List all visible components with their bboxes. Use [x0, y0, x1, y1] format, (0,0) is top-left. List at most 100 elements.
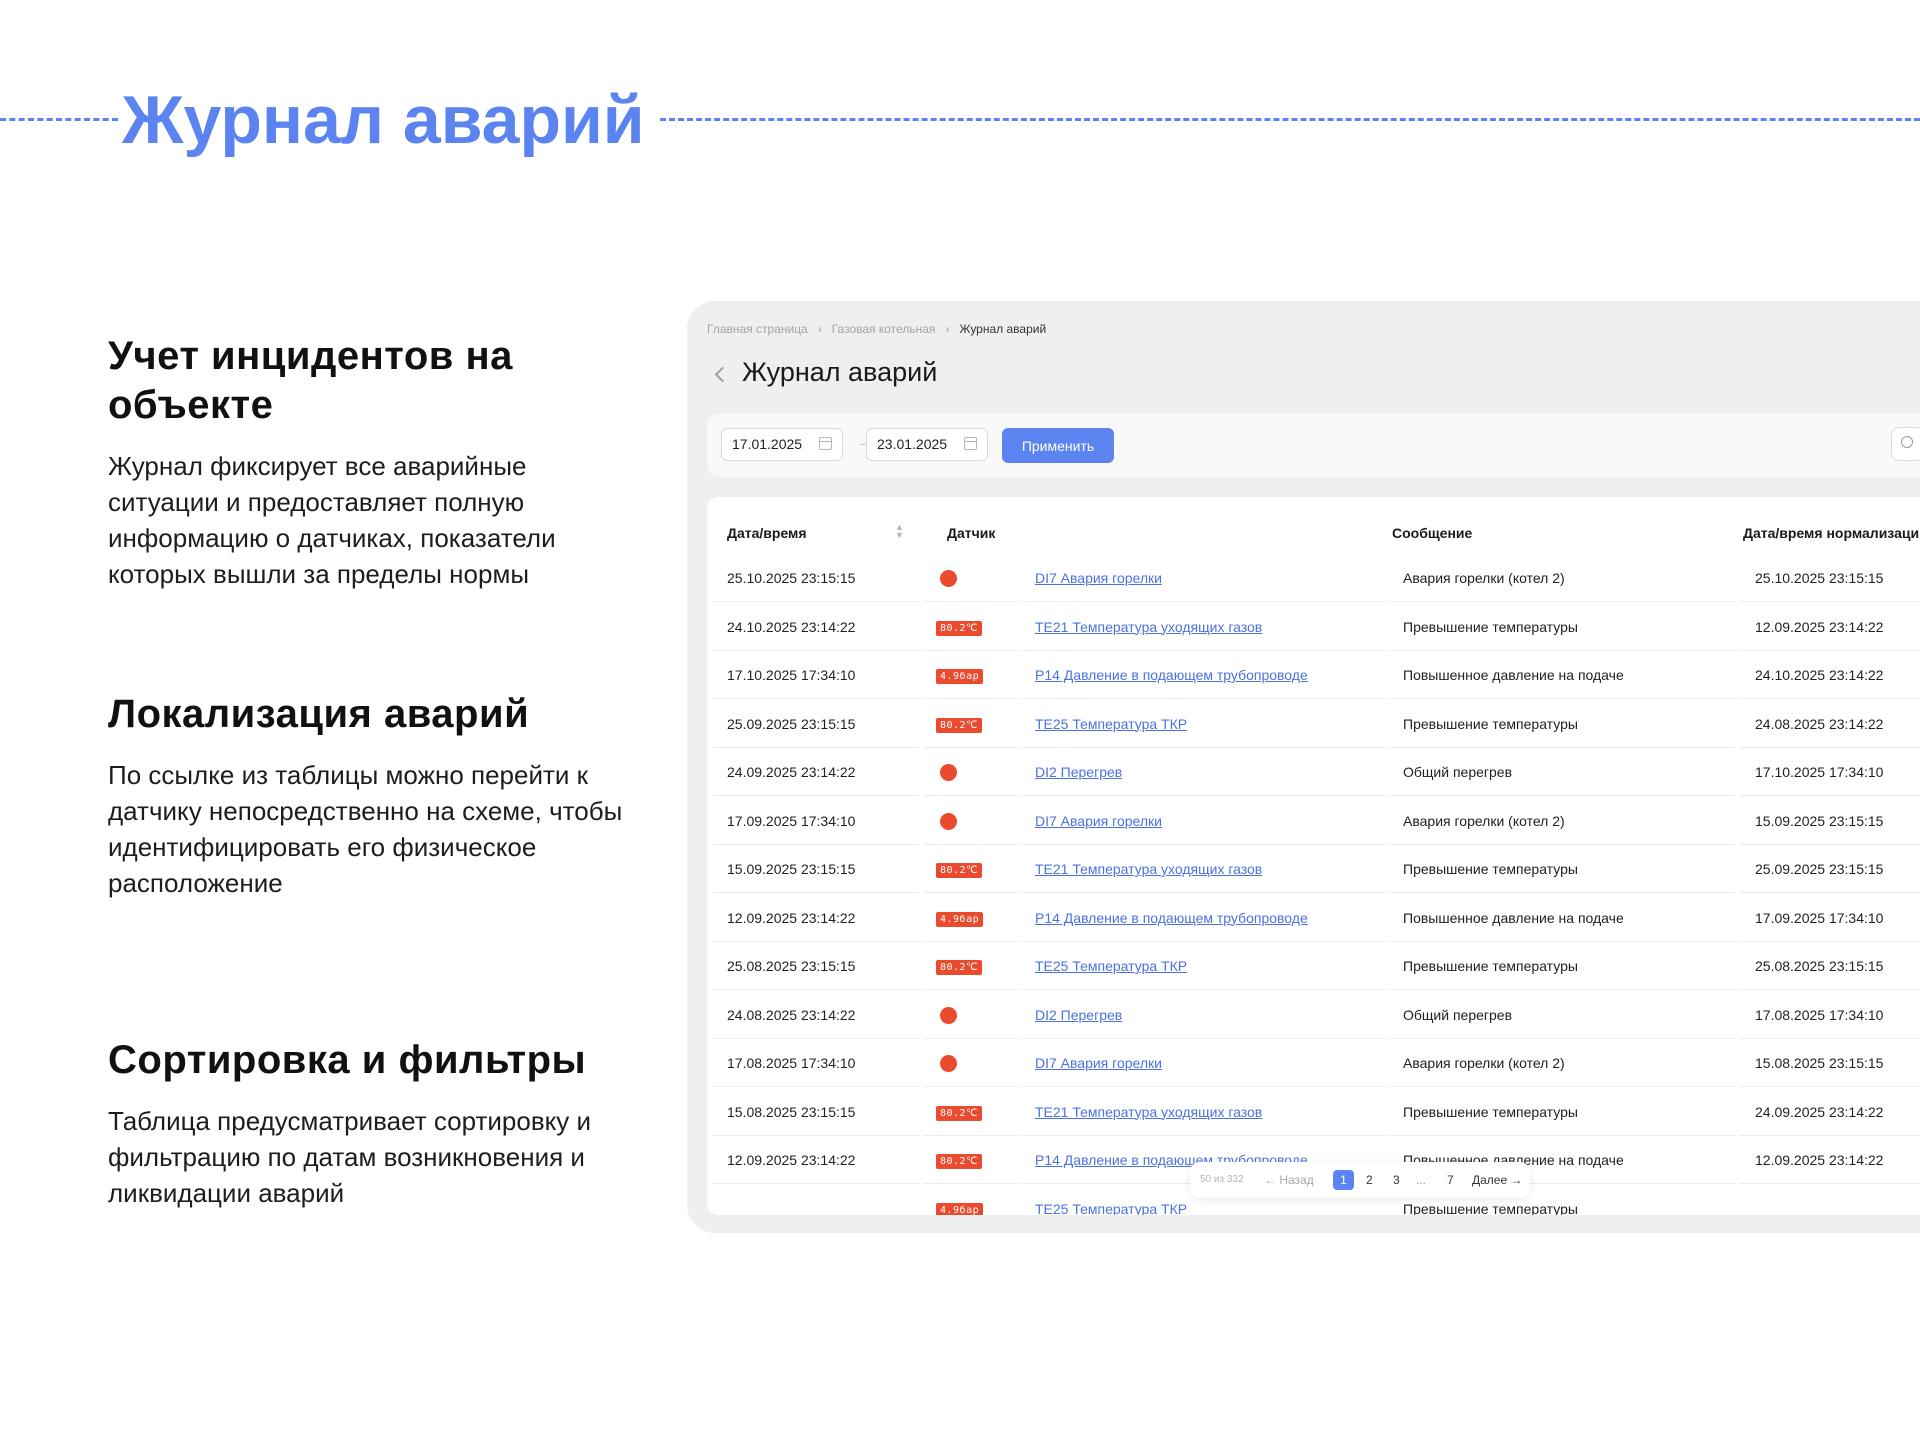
- filter-toolbar: 17.01.2025 23.01.2025 Применить: [707, 414, 1920, 477]
- table-row: 15.09.2025 23:15:15 80.2℃ TE21 Температура…: [713, 846, 1920, 894]
- alarm-indicator-icon: [940, 1055, 957, 1072]
- sensor-link[interactable]: P14 Давление в подающем трубопроводе: [1035, 910, 1308, 926]
- table-row: 24.10.2025 23:14:22 80.2℃ TE21 Температура…: [713, 603, 1920, 652]
- cell-sensor: TE25 Температура ТКР: [1023, 700, 1387, 748]
- column-header-normalized: Дата/время нормализации: [1743, 525, 1920, 541]
- column-header-sensor: Датчик: [947, 525, 996, 541]
- cell-date: 24.09.2025 23:14:22: [713, 749, 919, 796]
- sensor-link[interactable]: DI7 Авария горелки: [1035, 570, 1162, 586]
- cell-normalized: [1739, 1185, 1920, 1215]
- chevron-left-icon[interactable]: [714, 366, 731, 383]
- cell-sensor: TE21 Температура уходящих газов: [1023, 603, 1387, 651]
- cell-normalized: 17.10.2025 17:34:10: [1739, 749, 1920, 796]
- sensor-link[interactable]: P14 Давление в подающем трубопроводе: [1035, 667, 1308, 683]
- alarm-indicator-icon: [940, 812, 957, 830]
- cell-indicator: [923, 991, 1019, 1039]
- table-row: 25.08.2025 23:15:15 80.2℃ TE25 Температура…: [713, 943, 1920, 991]
- sensor-link[interactable]: DI2 Перегрев: [1035, 764, 1122, 780]
- sensor-link[interactable]: TE21 Температура уходящих газов: [1035, 861, 1262, 877]
- cell-message: Превышение температуры: [1391, 943, 1735, 990]
- sort-icon[interactable]: ▲ ▼: [895, 523, 904, 540]
- calendar-icon[interactable]: [819, 437, 832, 450]
- cell-message: Превышение температуры: [1391, 846, 1735, 893]
- table-row: 17.10.2025 17:34:10 4.9бар P14 Давление в …: [713, 652, 1920, 700]
- breadcrumb: Главная страница › Газовая котельная › Ж…: [707, 322, 1046, 336]
- feature-text: По ссылке из таблицы можно перейти к дат…: [108, 760, 623, 898]
- cell-indicator: [923, 749, 1019, 796]
- search-icon: [1901, 436, 1913, 448]
- pagination-summary: 50 из 332: [1200, 1174, 1244, 1185]
- heading-dash-right: [660, 118, 1920, 121]
- cell-normalized: 25.10.2025 23:15:15: [1739, 555, 1920, 602]
- breadcrumb-boiler[interactable]: Газовая котельная: [832, 322, 936, 336]
- sensor-value-badge: 80.2℃: [936, 1105, 982, 1121]
- alarm-indicator-icon: [940, 1006, 957, 1024]
- next-page-button[interactable]: Далее →: [1472, 1162, 1522, 1198]
- page-ellipsis: ...: [1416, 1173, 1427, 1187]
- date-to-value: 23.01.2025: [877, 436, 948, 452]
- cell-date: 25.10.2025 23:15:15: [713, 555, 919, 602]
- cell-message: Общий перегрев: [1391, 749, 1735, 796]
- sensor-link[interactable]: TE25 Температура ТКР: [1035, 958, 1187, 974]
- sensor-value-badge: 80.2℃: [936, 863, 982, 878]
- cell-sensor: DI7 Авария горелки: [1023, 555, 1387, 602]
- alarm-table: Дата/время ▲ ▼ Датчик Сообщение Дата/врем…: [707, 497, 1920, 1215]
- cell-normalized: 15.08.2025 23:15:15: [1739, 1040, 1920, 1087]
- alarm-indicator-icon: [940, 764, 957, 781]
- cell-date: 17.08.2025 17:34:10: [713, 1040, 919, 1087]
- app-title: Журнал аварий: [742, 357, 938, 387]
- page-2-button[interactable]: 2: [1366, 1162, 1373, 1198]
- feature-text: Журнал фиксирует все аварийные ситуации …: [108, 451, 556, 589]
- sensor-value-badge: 80.2℃: [936, 717, 982, 733]
- cell-normalized: 17.08.2025 17:34:10: [1739, 991, 1920, 1039]
- cell-date: 15.08.2025 23:15:15: [713, 1088, 919, 1136]
- calendar-icon[interactable]: [964, 437, 977, 450]
- sensor-link[interactable]: TE21 Температура уходящих газов: [1035, 619, 1262, 635]
- apply-button[interactable]: Применить: [1002, 428, 1114, 463]
- column-header-message: Сообщение: [1392, 525, 1473, 541]
- cell-date: 12.09.2025 23:14:22: [713, 1137, 919, 1184]
- feature-title: Учет инцидентов на объекте: [108, 334, 513, 427]
- cell-normalized: 17.09.2025 17:34:10: [1739, 894, 1920, 942]
- feature-text: Таблица предусматривает сортировку и фил…: [108, 1106, 592, 1208]
- sensor-value-badge: 80.2℃: [936, 620, 982, 636]
- sensor-link[interactable]: TE25 Температура ТКР: [1035, 1201, 1187, 1216]
- cell-date: 17.09.2025 17:34:10: [713, 797, 919, 845]
- prev-page-button[interactable]: ← Назад: [1264, 1162, 1314, 1198]
- cell-sensor: TE21 Температура уходящих газов: [1023, 846, 1387, 893]
- chevron-right-icon: ›: [817, 322, 822, 336]
- sensor-link[interactable]: TE25 Температура ТКР: [1035, 716, 1187, 732]
- table-row: 25.09.2025 23:15:15 80.2℃ TE25 Температура…: [713, 700, 1920, 749]
- date-from-input[interactable]: 17.01.2025: [721, 428, 843, 461]
- table-row: 17.08.2025 17:34:10 DI7 Авария горелки Ава…: [713, 1040, 1920, 1088]
- page-1-button[interactable]: 1: [1333, 1170, 1354, 1190]
- cell-indicator: [923, 1040, 1019, 1087]
- sensor-value-badge: 4.9бар: [936, 669, 984, 684]
- heading-dash-left: [0, 118, 118, 121]
- breadcrumb-current: Журнал аварий: [959, 322, 1047, 336]
- column-header-date[interactable]: Дата/время: [727, 525, 807, 541]
- breadcrumb-home[interactable]: Главная страница: [707, 322, 808, 336]
- sensor-link[interactable]: DI2 Перегрев: [1035, 1007, 1122, 1023]
- sensor-link[interactable]: DI7 Авария горелки: [1035, 813, 1162, 829]
- sensor-link[interactable]: TE21 Температура уходящих газов: [1035, 1104, 1262, 1120]
- page-7-button[interactable]: 7: [1447, 1162, 1454, 1198]
- page-3-button[interactable]: 3: [1393, 1162, 1400, 1198]
- cell-indicator: [923, 555, 1019, 602]
- date-from-value: 17.01.2025: [732, 436, 803, 452]
- cell-indicator: 80.2℃: [923, 603, 1019, 651]
- search-button[interactable]: [1891, 427, 1920, 461]
- cell-normalized: 25.08.2025 23:15:15: [1739, 943, 1920, 990]
- cell-indicator: 80.2℃: [923, 1137, 1019, 1184]
- cell-sensor: DI2 Перегрев: [1023, 991, 1387, 1039]
- cell-indicator: 80.2℃: [923, 700, 1019, 748]
- table-row: 24.08.2025 23:14:22 DI2 Перегрев Общий пер…: [713, 991, 1920, 1040]
- pagination: 50 из 332 ← Назад 1 2 3 ... 7 Далее →: [1190, 1162, 1530, 1198]
- feature-title: Сортировка и фильтры: [108, 1038, 587, 1082]
- cell-sensor: DI7 Авария горелки: [1023, 797, 1387, 845]
- cell-date: 17.10.2025 17:34:10: [713, 652, 919, 699]
- date-to-input[interactable]: 23.01.2025: [866, 428, 988, 461]
- cell-message: Авария горелки (котел 2): [1391, 797, 1735, 845]
- sensor-link[interactable]: DI7 Авария горелки: [1035, 1055, 1162, 1071]
- cell-message: Авария горелки (котел 2): [1391, 555, 1735, 602]
